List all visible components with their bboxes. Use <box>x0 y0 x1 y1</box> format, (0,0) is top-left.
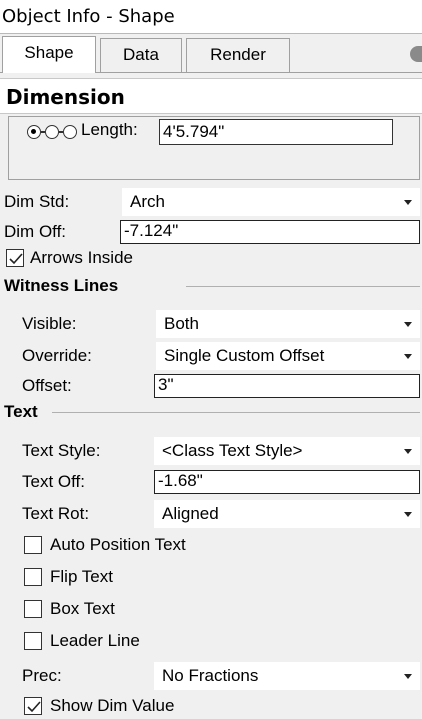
flip-text-checkbox[interactable] <box>24 568 42 586</box>
show-dim-value-checkbox[interactable] <box>24 697 42 715</box>
text-style-value: <Class Text Style> <box>162 441 303 460</box>
text-rot-select[interactable]: Aligned <box>154 500 420 528</box>
flip-text-label: Flip Text <box>50 567 113 586</box>
section-title-dimension: Dimension <box>0 78 422 114</box>
text-off-label: Text Off: <box>22 472 85 491</box>
chevron-down-icon <box>404 512 412 517</box>
length-label: Length: <box>81 120 138 139</box>
dim-off-label: Dim Off: <box>4 222 67 241</box>
tab-bar: Shape Data Render <box>0 36 422 73</box>
offset-input[interactable]: 3" <box>154 374 420 398</box>
text-divider <box>52 412 420 413</box>
tab-overflow-icon[interactable] <box>410 46 422 62</box>
chevron-down-icon <box>404 322 412 327</box>
prec-select[interactable]: No Fractions <box>154 662 420 690</box>
check-icon <box>27 701 41 713</box>
dim-std-label: Dim Std: <box>4 192 70 211</box>
visible-label: Visible: <box>22 314 77 333</box>
show-dim-value-label: Show Dim Value <box>50 696 175 715</box>
text-off-input[interactable]: -1.68" <box>154 470 420 494</box>
arrows-inside-label: Arrows Inside <box>30 248 133 267</box>
override-select[interactable]: Single Custom Offset <box>156 342 420 370</box>
witness-lines-divider <box>186 286 420 287</box>
text-style-label: Text Style: <box>22 441 101 460</box>
tab-data[interactable]: Data <box>100 38 182 72</box>
prec-label: Prec: <box>22 666 62 685</box>
chevron-down-icon <box>404 200 412 205</box>
auto-position-text-label: Auto Position Text <box>50 535 186 554</box>
radio-unselected-icon[interactable] <box>63 125 77 139</box>
text-rot-label: Text Rot: <box>22 504 90 523</box>
dim-off-input[interactable]: -7.124" <box>120 220 420 244</box>
arrows-inside-checkbox[interactable] <box>6 249 24 267</box>
check-icon <box>9 253 23 265</box>
dim-std-select[interactable]: Arch <box>122 188 420 216</box>
auto-position-text-checkbox[interactable] <box>24 536 42 554</box>
leader-line-label: Leader Line <box>50 631 140 650</box>
tab-render[interactable]: Render <box>186 38 290 72</box>
leader-line-checkbox[interactable] <box>24 632 42 650</box>
radio-unselected-icon[interactable] <box>45 125 59 139</box>
text-heading: Text <box>4 402 38 421</box>
tab-shape[interactable]: Shape <box>2 36 96 73</box>
box-text-checkbox[interactable] <box>24 600 42 618</box>
prec-value: No Fractions <box>162 666 259 685</box>
radio-selected-icon[interactable] <box>27 125 41 139</box>
window-title: Object Info - Shape <box>0 0 422 34</box>
offset-label: Offset: <box>22 376 72 395</box>
text-rot-value: Aligned <box>162 504 219 523</box>
box-text-label: Box Text <box>50 599 115 618</box>
chevron-down-icon <box>404 674 412 679</box>
chevron-down-icon <box>404 354 412 359</box>
visible-value: Both <box>164 314 199 333</box>
chevron-down-icon <box>404 449 412 454</box>
visible-select[interactable]: Both <box>156 310 420 338</box>
length-input[interactable]: 4'5.794" <box>159 119 393 145</box>
override-label: Override: <box>22 346 92 365</box>
text-style-select[interactable]: <Class Text Style> <box>154 437 420 465</box>
dim-std-value: Arch <box>130 192 165 211</box>
override-value: Single Custom Offset <box>164 346 325 365</box>
dimension-length-box: Length: 4'5.794" <box>8 116 420 180</box>
witness-lines-heading: Witness Lines <box>4 276 119 295</box>
